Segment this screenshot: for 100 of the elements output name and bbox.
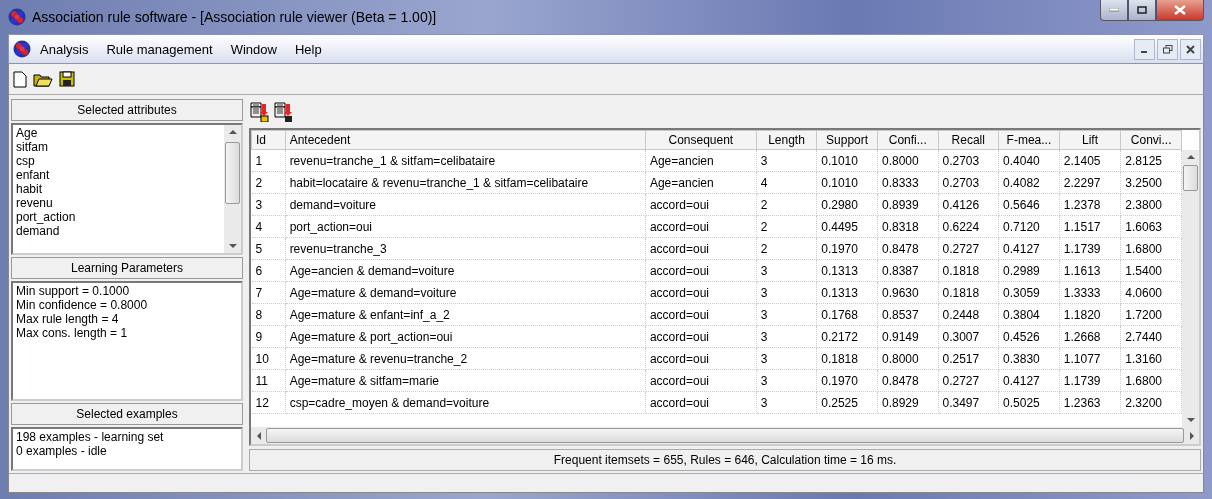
minimize-button[interactable] [1134, 38, 1155, 60]
column-header[interactable]: Id [251, 130, 286, 150]
minimize-button[interactable] [1100, 0, 1128, 21]
table-cell: accord=oui [645, 369, 757, 392]
table-cell: csp=cadre_moyen & demand=voiture [285, 391, 646, 414]
panel-header: Selected attributes [11, 99, 243, 121]
table-cell: 2 [251, 171, 286, 194]
table-cell: 4.0600 [1120, 281, 1182, 304]
attribute-item[interactable]: Age [16, 126, 221, 140]
panel-header: Learning Parameters [11, 257, 243, 279]
column-header[interactable]: Consequent [645, 130, 757, 150]
restore-button[interactable] [1157, 38, 1178, 60]
parameter-text: Min support = 0.1000 [16, 284, 131, 298]
menu-item[interactable]: Help [285, 41, 331, 57]
table-cell: accord=oui [645, 391, 757, 414]
open-folder-icon[interactable] [33, 71, 53, 87]
attribute-item[interactable]: habit [16, 182, 221, 196]
column-header[interactable]: Lift [1059, 130, 1121, 150]
save-icon[interactable] [59, 71, 75, 87]
table-cell: 0.4127 [998, 369, 1060, 392]
scroll-up-icon[interactable] [228, 128, 237, 136]
scroll-down-icon[interactable] [228, 242, 237, 250]
menu-item[interactable]: Rule management [97, 41, 222, 57]
table-cell: 2 [756, 237, 817, 260]
window-title: Association rule software - [Association rule viewer (Beta = 1.00)] [32, 9, 437, 25]
table-cell: accord=oui [645, 237, 757, 260]
restore-icon [1162, 44, 1173, 54]
table-cell: 2.8125 [1120, 149, 1182, 172]
table-cell: 0.8939 [877, 193, 938, 216]
attribute-item[interactable]: csp [16, 154, 221, 168]
table-cell: demand=voiture [285, 193, 646, 216]
table-cell: 0.1970 [816, 237, 878, 260]
table-cell: 0.2727 [938, 369, 999, 392]
table-cell: Age=mature & port_action=oui [285, 325, 646, 348]
table-cell: 0.2989 [998, 259, 1060, 282]
table-cell: Age=ancien & demand=voiture [285, 259, 646, 282]
examples-text: 198 examples - learning set [16, 430, 165, 444]
attribute-item[interactable]: sitfam [16, 140, 221, 154]
table-cell: 0.8478 [877, 237, 938, 260]
table-cell: 10 [251, 347, 286, 370]
table-cell: 0.3830 [998, 347, 1060, 370]
column-header[interactable]: Recall [938, 130, 999, 150]
table-cell: 1.1739 [1059, 237, 1121, 260]
table-cell: Age=mature & sitfam=marie [285, 369, 646, 392]
table-cell: 1.1820 [1059, 303, 1121, 326]
scroll-up-icon[interactable] [1186, 153, 1195, 161]
close-button[interactable] [1156, 0, 1204, 21]
table-cell: 3 [756, 391, 817, 414]
table-cell: 0.4526 [998, 325, 1060, 348]
table-cell: 11 [251, 369, 286, 392]
close-icon [1186, 44, 1195, 54]
table-cell: 3 [756, 347, 817, 370]
attribute-item[interactable]: revenu [16, 196, 221, 210]
table-cell: 1.1077 [1059, 347, 1121, 370]
column-header[interactable]: Support [816, 130, 878, 150]
scroll-down-icon[interactable] [1186, 416, 1195, 424]
table-cell: 1.2378 [1059, 193, 1121, 216]
attribute-item[interactable]: enfant [16, 168, 221, 182]
table-cell: Age=mature & revenu=tranche_2 [285, 347, 646, 370]
table-cell: 0.4495 [816, 215, 878, 238]
column-header[interactable]: Confi... [877, 130, 938, 150]
close-button[interactable] [1180, 38, 1201, 60]
table-cell: 2.3200 [1120, 391, 1182, 414]
column-header[interactable]: Convi... [1120, 130, 1182, 150]
table-cell: 0.4127 [998, 237, 1060, 260]
table-cell: accord=oui [645, 215, 757, 238]
table-cell: 1.1613 [1059, 259, 1121, 282]
menu-item[interactable]: Analysis [31, 41, 98, 57]
table-cell: 0.2172 [816, 325, 878, 348]
table-cell: 0.2703 [938, 171, 999, 194]
table-cell: 0.1818 [938, 281, 999, 304]
export-to-folder-icon[interactable] [249, 102, 269, 122]
table-cell: 0.2525 [816, 391, 878, 414]
table-cell: 0.8387 [877, 259, 938, 282]
scroll-left-icon[interactable] [255, 431, 263, 440]
column-header[interactable]: F-mea... [998, 130, 1060, 150]
table-cell: 0.9149 [877, 325, 938, 348]
table-cell: 0.2727 [938, 237, 999, 260]
column-header[interactable]: Antecedent [285, 130, 646, 150]
menu-item[interactable]: Window [221, 41, 286, 57]
table-cell: accord=oui [645, 193, 757, 216]
export-to-disk-icon[interactable] [273, 102, 293, 122]
table-cell: 1.6800 [1120, 237, 1182, 260]
table-cell: 3 [756, 369, 817, 392]
scroll-right-icon[interactable] [1187, 431, 1195, 440]
attribute-item[interactable]: demand [16, 224, 221, 238]
close-icon [1174, 5, 1186, 15]
table-cell: 0.1768 [816, 303, 878, 326]
new-file-icon[interactable] [13, 70, 27, 88]
table-cell: 3 [251, 193, 286, 216]
attribute-item[interactable]: port_action [16, 210, 221, 224]
maximize-button[interactable] [1128, 0, 1156, 21]
table-cell: Age=mature & demand=voiture [285, 281, 646, 304]
table-cell: 0.8929 [877, 391, 938, 414]
column-header[interactable]: Length [756, 130, 817, 150]
table-cell: 1.5400 [1120, 259, 1182, 282]
table-cell: 2 [756, 215, 817, 238]
table-cell: 0.1010 [816, 171, 878, 194]
minimize-icon [1109, 8, 1119, 12]
panel-header: Selected examples [11, 403, 243, 425]
